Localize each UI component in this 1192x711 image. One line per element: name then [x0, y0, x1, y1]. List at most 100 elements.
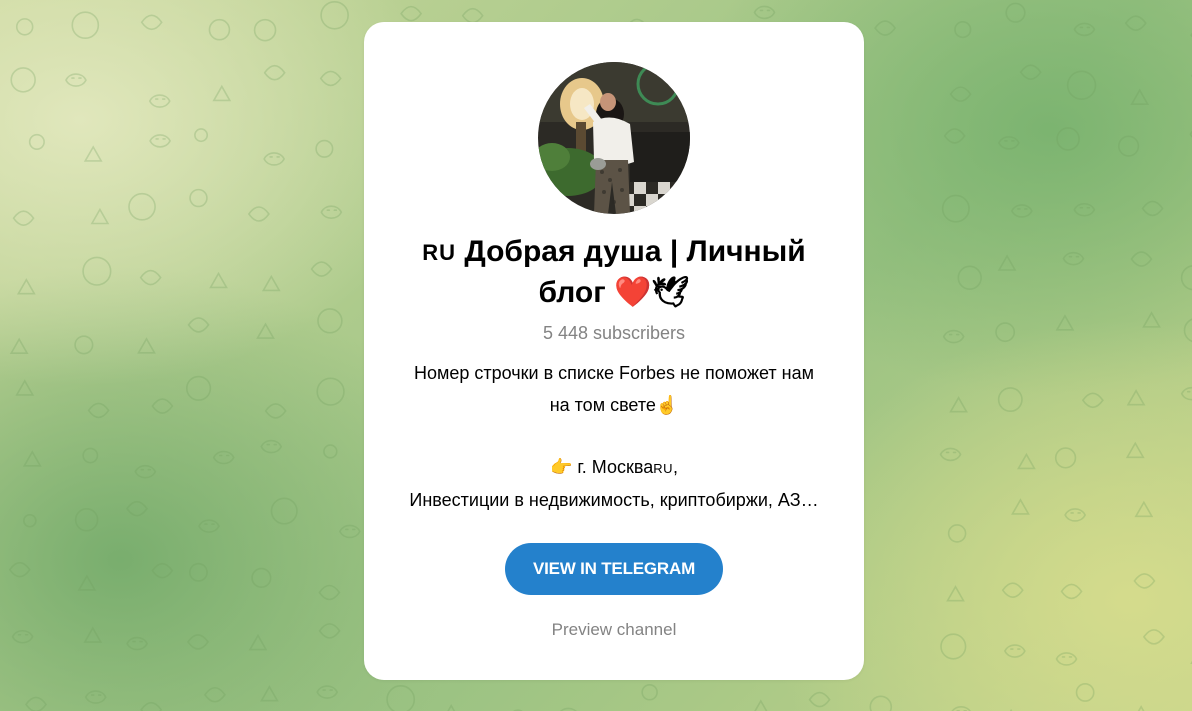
background-doodle	[323, 444, 338, 459]
background-doodle	[386, 685, 416, 711]
channel-description: Номер строчки в списке Forbes не поможет…	[380, 358, 848, 516]
background-doodle	[1130, 88, 1150, 105]
background-doodle	[194, 128, 209, 143]
background-doodle	[212, 84, 232, 102]
background-doodle	[1017, 452, 1036, 470]
background-doodle	[204, 686, 226, 703]
background-doodle	[134, 464, 157, 479]
background-doodle	[461, 7, 484, 24]
background-doodle	[998, 136, 1020, 150]
background-doodle	[137, 337, 156, 354]
background-doodle	[808, 691, 831, 708]
background-doodle	[1073, 202, 1096, 217]
background-doodle	[997, 254, 1017, 271]
background-doodle	[128, 192, 156, 221]
background-doodle	[1001, 582, 1024, 598]
background-doodle	[90, 207, 110, 225]
background-doodle	[71, 11, 100, 40]
background-doodle	[151, 398, 174, 414]
background-doodle	[16, 278, 36, 295]
background-doodle	[83, 145, 103, 162]
background-doodle	[1075, 683, 1095, 702]
background-doodle	[185, 375, 212, 401]
background-doodle	[260, 685, 279, 702]
background-doodle	[1133, 573, 1156, 589]
background-doodle	[954, 20, 972, 39]
background-doodle	[1143, 629, 1165, 645]
background-doodle	[87, 402, 110, 419]
background-doodle	[187, 317, 210, 333]
background-doodle	[1060, 583, 1083, 600]
background-doodle	[754, 699, 768, 711]
background-doodle	[318, 584, 341, 601]
background-doodle	[939, 447, 962, 462]
background-doodle	[943, 128, 966, 144]
background-doodle	[187, 634, 209, 650]
background-doodle	[208, 18, 231, 41]
background-doodle	[957, 265, 982, 290]
background-doodle	[319, 70, 342, 87]
background-doodle	[15, 18, 34, 36]
background-doodle	[248, 633, 268, 651]
background-doodle	[74, 335, 94, 355]
background-doodle	[947, 524, 967, 543]
background-doodle	[1064, 508, 1087, 522]
background-doodle	[28, 133, 45, 150]
description-line: Номер строчки в списке Forbes не поможет…	[414, 363, 814, 383]
background-doodle	[270, 497, 298, 525]
background-doodle	[316, 685, 339, 699]
background-doodle	[12, 210, 35, 226]
background-doodle	[1005, 2, 1026, 23]
background-doodle	[148, 94, 171, 108]
background-doodle	[260, 439, 283, 454]
background-doodle	[753, 5, 776, 20]
background-doodle	[1073, 22, 1096, 37]
flag-ru-icon: RU	[422, 240, 457, 265]
background-doodle	[1137, 705, 1145, 711]
background-doodle	[949, 86, 972, 102]
background-doodle	[1011, 204, 1033, 218]
preview-channel-link[interactable]: Preview channel	[364, 618, 864, 642]
background-doodle	[25, 696, 48, 711]
background-doodle	[641, 683, 658, 701]
background-doodle	[9, 337, 29, 355]
background-doodle	[65, 73, 87, 87]
background-doodle	[1055, 652, 1078, 666]
background-doodle	[1180, 386, 1192, 401]
background-doodle	[248, 206, 270, 222]
background-doodle	[140, 14, 163, 31]
background-doodle	[74, 507, 99, 532]
background-doodle	[1180, 265, 1192, 291]
background-doodle	[82, 447, 99, 464]
background-doodle	[1130, 251, 1153, 267]
background-doodle	[84, 690, 107, 704]
background-doodle	[83, 626, 103, 643]
background-doodle	[949, 396, 968, 413]
background-doodle	[997, 387, 1023, 413]
background-doodle	[1125, 441, 1145, 459]
background-doodle	[140, 701, 163, 711]
background-doodle	[1054, 447, 1077, 469]
background-doodle	[209, 271, 228, 289]
background-doodle	[320, 205, 343, 219]
background-doodle	[315, 139, 334, 158]
background-doodle	[1011, 498, 1030, 515]
background-doodle	[1062, 251, 1085, 266]
channel-avatar	[538, 62, 690, 214]
background-doodle	[317, 308, 343, 334]
background-doodle	[946, 585, 965, 602]
background-doodle	[995, 322, 1016, 343]
background-doodle	[320, 0, 349, 30]
background-doodle	[77, 574, 97, 591]
background-doodle	[310, 261, 333, 277]
view-in-telegram-button[interactable]: VIEW IN TELEGRAM	[505, 543, 723, 595]
background-doodle	[1142, 311, 1161, 328]
background-doodle	[1134, 500, 1154, 518]
background-doodle	[23, 513, 37, 528]
background-doodle	[874, 20, 897, 36]
heart-dove-emoji: ❤️🕊	[614, 276, 690, 309]
background-doodle	[198, 519, 220, 533]
channel-title: RU Добрая душа | Личный блог ❤️🕊	[394, 232, 834, 313]
background-doodle	[940, 633, 967, 660]
background-doodle	[400, 5, 423, 22]
